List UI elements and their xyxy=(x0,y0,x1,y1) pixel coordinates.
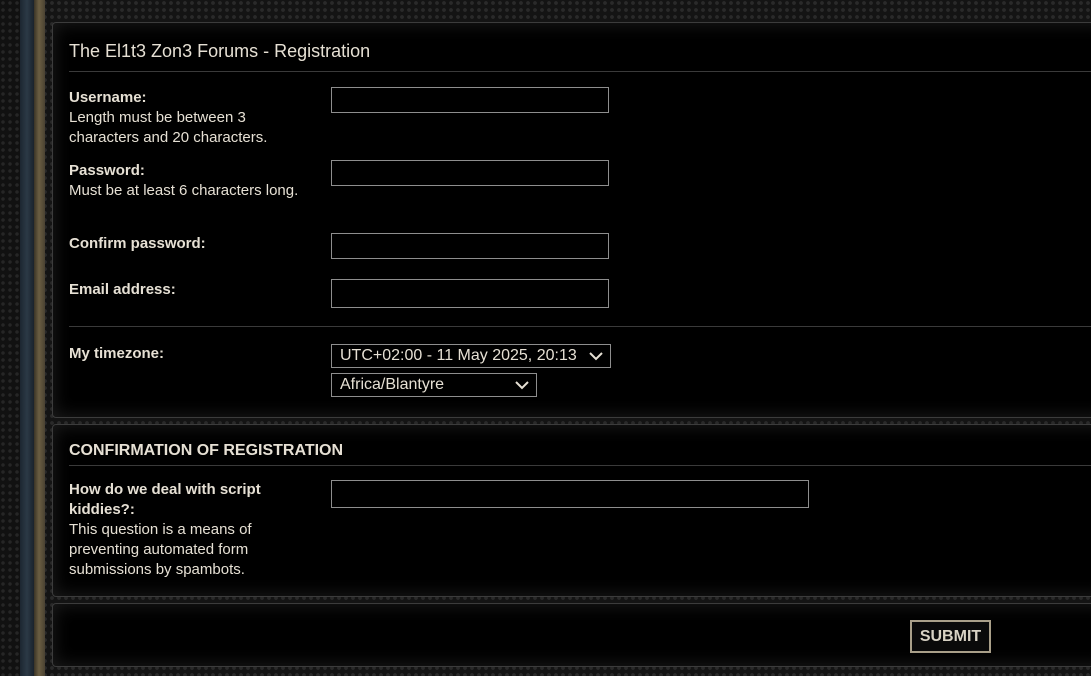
confirm-password-label: Confirm password: xyxy=(69,235,206,252)
confirmation-heading: CONFIRMATION OF REGISTRATION xyxy=(69,442,344,459)
left-blue-rail xyxy=(20,0,34,676)
username-label: Username: xyxy=(69,89,147,106)
email-label: Email address: xyxy=(69,281,176,298)
chevron-down-icon xyxy=(515,381,529,390)
timezone-label-group: My timezone: xyxy=(69,344,299,364)
question-label: How do we deal with script kiddies?: xyxy=(69,481,261,518)
timezone-zone-value: Africa/Blantyre xyxy=(340,376,445,393)
title-divider xyxy=(69,71,1091,72)
email-input[interactable] xyxy=(331,279,609,308)
username-label-group: Username: Length must be between 3 chara… xyxy=(69,88,299,148)
submit-panel: SUBMIT xyxy=(52,603,1091,667)
question-hint: This question is a means of preventing a… xyxy=(69,521,252,578)
timezone-zone-select[interactable]: Africa/Blantyre xyxy=(331,373,537,397)
username-hint: Length must be between 3 characters and … xyxy=(69,109,268,146)
username-input[interactable] xyxy=(331,87,609,113)
registration-panel: The El1t3 Zon3 Forums - Registration Use… xyxy=(52,22,1091,418)
left-gold-rail xyxy=(34,0,45,676)
timezone-offset-select[interactable]: UTC+02:00 - 11 May 2025, 20:13 xyxy=(331,344,611,368)
password-input[interactable] xyxy=(331,160,609,186)
page-title: The El1t3 Zon3 Forums - Registration xyxy=(69,41,371,61)
confirm-password-input[interactable] xyxy=(331,233,609,259)
confirm-label-group: Confirm password: xyxy=(69,234,299,254)
chevron-down-icon xyxy=(589,352,603,361)
confirmation-panel: CONFIRMATION OF REGISTRATION How do we d… xyxy=(52,424,1091,597)
timezone-label: My timezone: xyxy=(69,345,165,362)
timezone-offset-value: UTC+02:00 - 11 May 2025, 20:13 xyxy=(340,347,577,364)
timezone-divider xyxy=(69,326,1091,327)
confirmation-divider xyxy=(69,465,1091,466)
question-label-group: How do we deal with script kiddies?: Thi… xyxy=(69,480,294,580)
password-hint: Must be at least 6 characters long. xyxy=(69,182,299,199)
captcha-answer-input[interactable] xyxy=(331,480,809,508)
password-label: Password: xyxy=(69,162,145,179)
submit-button[interactable]: SUBMIT xyxy=(910,620,991,653)
password-label-group: Password: Must be at least 6 characters … xyxy=(69,161,299,201)
left-pattern-rail xyxy=(0,0,20,676)
email-label-group: Email address: xyxy=(69,280,299,300)
